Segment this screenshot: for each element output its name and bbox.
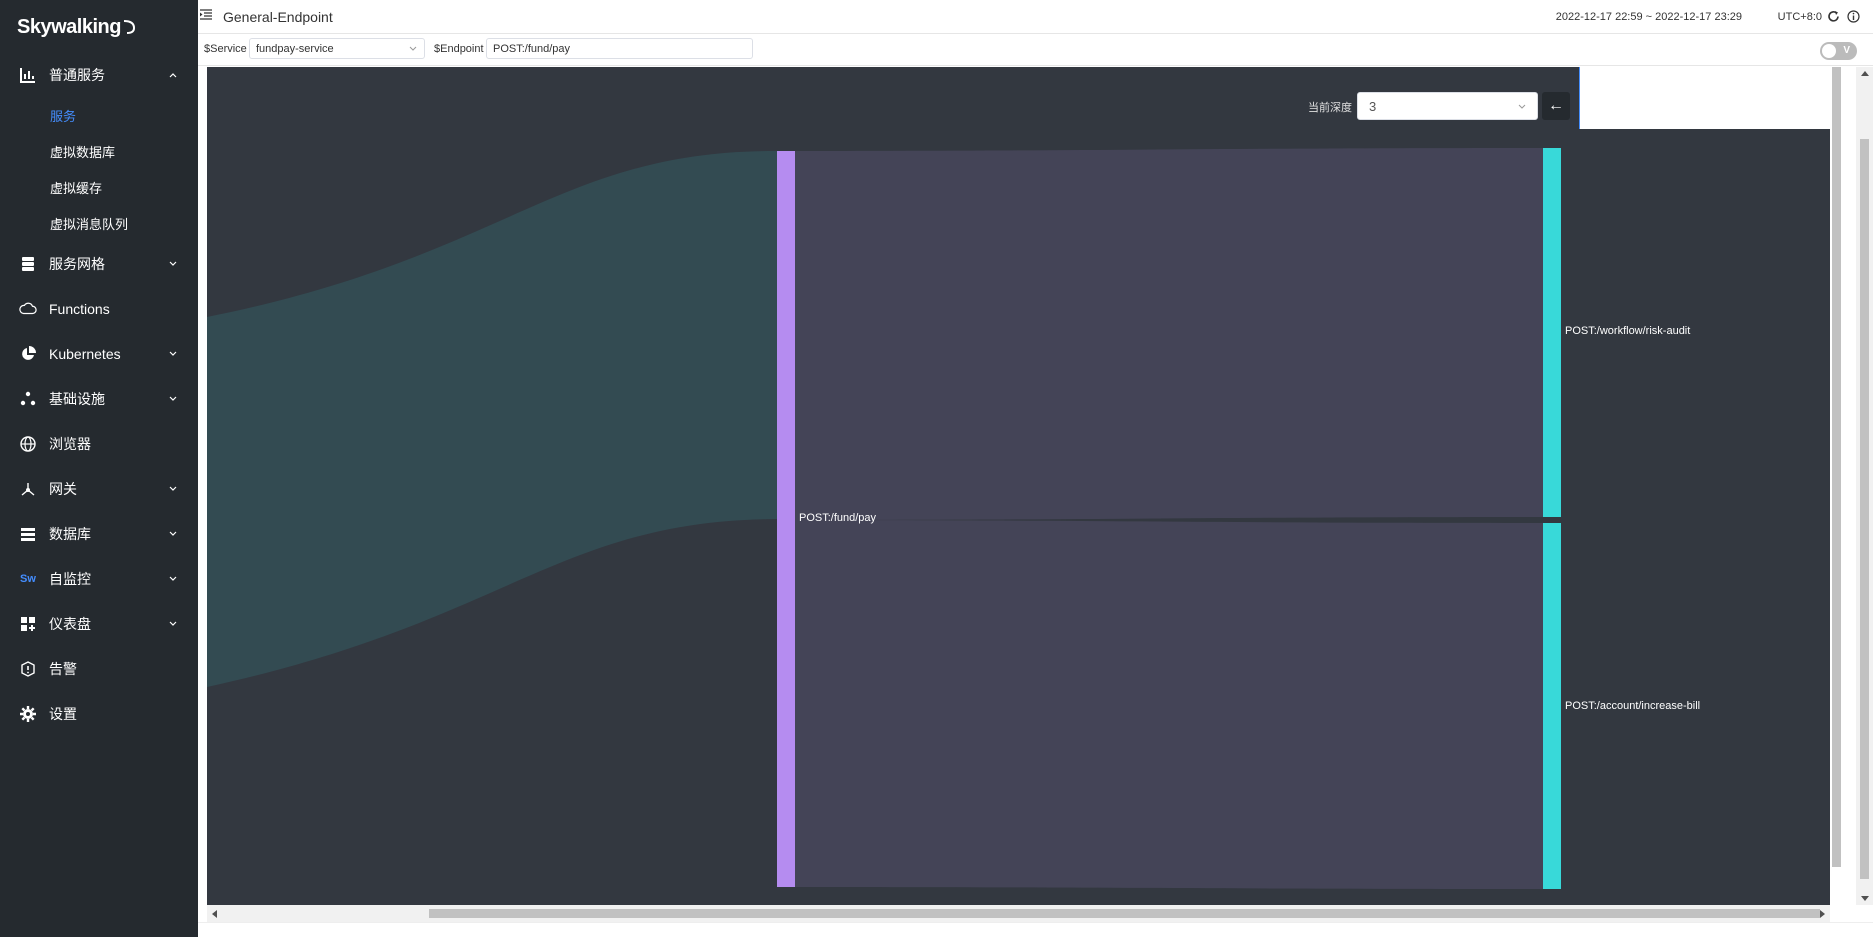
sidebar-item-label: 告警 — [49, 660, 77, 677]
endpoint-select-value: POST:/fund/pay — [493, 43, 571, 55]
gateway-icon — [19, 480, 37, 498]
chevron-down-icon — [409, 46, 417, 51]
sidebar-item-settings[interactable]: 设置 — [0, 691, 198, 736]
chevron-down-icon — [169, 621, 177, 626]
selector-bar: $Service fundpay-service $Endpoint POST:… — [198, 35, 1873, 66]
sidebar-subitem-virtual-database[interactable]: 虚拟数据库 — [0, 133, 198, 169]
sankey-link-fund-pay-to-increase-bill — [795, 520, 1543, 889]
sankey-node-fund-pay — [777, 151, 795, 887]
sidebar-menu: 普通服务 服务 虚拟数据库 虚拟缓存 虚拟消息队列 服务网格 Functions — [0, 52, 198, 736]
sankey-chart — [207, 148, 1561, 889]
scroll-right-icon[interactable] — [1820, 910, 1825, 918]
sidebar-item-label: 普通服务 — [49, 66, 105, 83]
timezone-label: UTC+8:0 — [1777, 11, 1822, 23]
chevron-down-icon — [169, 576, 177, 581]
sidebar-item-label: Functions — [49, 300, 110, 317]
sidebar-subitem-virtual-cache[interactable]: 虚拟缓存 — [0, 169, 198, 205]
sidebar-item-service-mesh[interactable]: 服务网格 — [0, 241, 198, 286]
sidebar-item-infrastructure[interactable]: 基础设施 — [0, 376, 198, 421]
sidebar-item-alarm[interactable]: 告警 — [0, 646, 198, 691]
endpoint-select[interactable]: POST:/fund/pay — [486, 38, 753, 59]
globe-icon — [19, 435, 37, 453]
sidebar-item-database[interactable]: 数据库 — [0, 511, 198, 556]
database-icon — [19, 525, 37, 543]
sidebar-item-functions[interactable]: Functions — [0, 286, 198, 331]
top-header: General-Endpoint 2022-12-17 22:59 ~ 2022… — [198, 0, 1873, 34]
chevron-down-icon — [169, 351, 177, 356]
logo-text: Skywalking — [17, 15, 121, 38]
submenu-general-service: 服务 虚拟数据库 虚拟缓存 虚拟消息队列 — [0, 97, 198, 241]
pie-icon — [19, 345, 37, 363]
chevron-up-icon — [169, 72, 177, 77]
page-title: General-Endpoint — [223, 9, 333, 25]
time-range[interactable]: 2022-12-17 22:59 ~ 2022-12-17 23:29 — [1556, 11, 1742, 23]
depth-label: 当前深度 — [1308, 102, 1352, 114]
sidebar-item-self-observability[interactable]: Sw 自监控 — [0, 556, 198, 601]
panel-scrollbar-horizontal[interactable] — [207, 905, 1830, 922]
dots-icon — [19, 390, 37, 408]
sankey-link-fund-pay-to-risk-audit — [795, 148, 1543, 520]
sankey-label-increase-bill: POST:/account/increase-bill — [1565, 700, 1701, 712]
sankey-link-incoming — [207, 150, 777, 687]
sidebar-item-gateway[interactable]: 网关 — [0, 466, 198, 511]
panel-corner — [1579, 67, 1830, 129]
alarm-icon — [19, 660, 37, 678]
sidebar-item-label: 数据库 — [49, 525, 91, 542]
chevron-down-icon — [1518, 104, 1526, 109]
sidebar-item-dashboard[interactable]: 仪表盘 — [0, 601, 198, 646]
sankey-label-fund-pay: POST:/fund/pay — [799, 512, 877, 524]
back-button[interactable]: ← — [1542, 92, 1570, 120]
sidebar-item-browser[interactable]: 浏览器 — [0, 421, 198, 466]
panel-scrollbar-vertical[interactable] — [1832, 67, 1841, 867]
sidebar-item-kubernetes[interactable]: Kubernetes — [0, 331, 198, 376]
reload-icon[interactable] — [1827, 10, 1840, 23]
toggle-label: V — [1843, 45, 1850, 56]
sidebar-item-label: 网关 — [49, 480, 77, 497]
sidebar-item-general-service[interactable]: 普通服务 — [0, 52, 198, 97]
sidebar-item-label: 仪表盘 — [49, 615, 91, 632]
sidebar-subitem-service[interactable]: 服务 — [0, 97, 198, 133]
sidebar-item-label: 自监控 — [49, 570, 91, 587]
sidebar-item-label: 浏览器 — [49, 435, 91, 452]
sw-icon: Sw — [20, 572, 36, 585]
chart-icon — [19, 66, 37, 84]
cloud-icon — [19, 300, 37, 318]
toggle-knob — [1822, 44, 1836, 58]
sankey-panel — [207, 67, 1830, 905]
sankey-node-increase-bill — [1543, 523, 1561, 889]
bottom-strip — [198, 922, 1873, 937]
page-scrollbar-vertical[interactable] — [1856, 67, 1873, 905]
scroll-down-icon[interactable] — [1861, 896, 1869, 901]
scrollbar-thumb[interactable] — [429, 909, 1820, 918]
service-select-value: fundpay-service — [256, 43, 334, 55]
sidebar-item-label: 设置 — [49, 705, 77, 722]
dashboard-icon — [19, 615, 37, 633]
sidebar-item-label: 服务网格 — [49, 255, 105, 272]
sidebar: Skywalking 普通服务 服务 虚拟数据库 虚拟缓存 虚拟消息队列 服务网… — [0, 0, 198, 937]
endpoint-label: $Endpoint — [434, 43, 484, 55]
scroll-up-icon[interactable] — [1861, 71, 1869, 76]
depth-select-value: 3 — [1369, 99, 1377, 114]
service-select[interactable]: fundpay-service — [249, 38, 425, 59]
chevron-down-icon — [169, 261, 177, 266]
sidebar-item-label: Kubernetes — [49, 345, 121, 362]
sankey-label-risk-audit: POST:/workflow/risk-audit — [1565, 325, 1691, 337]
scrollbar-thumb[interactable] — [1860, 139, 1869, 879]
service-label: $Service — [204, 43, 247, 55]
scroll-left-icon[interactable] — [212, 910, 217, 918]
chevron-down-icon — [169, 396, 177, 401]
gear-icon — [19, 705, 37, 723]
sidebar-item-label: 基础设施 — [49, 390, 105, 407]
skywalking-logo[interactable]: Skywalking — [17, 13, 136, 41]
sankey-node-risk-audit — [1543, 148, 1561, 517]
view-toggle[interactable]: V — [1820, 42, 1857, 60]
menu-fold-icon[interactable] — [200, 9, 212, 21]
layers-icon — [19, 255, 37, 273]
sidebar-subitem-virtual-mq[interactable]: 虚拟消息队列 — [0, 205, 198, 241]
depth-select[interactable]: 3 — [1357, 92, 1538, 120]
info-icon[interactable] — [1847, 10, 1860, 23]
logo-swoosh-icon — [123, 20, 135, 34]
chevron-down-icon — [169, 531, 177, 536]
chevron-down-icon — [169, 486, 177, 491]
